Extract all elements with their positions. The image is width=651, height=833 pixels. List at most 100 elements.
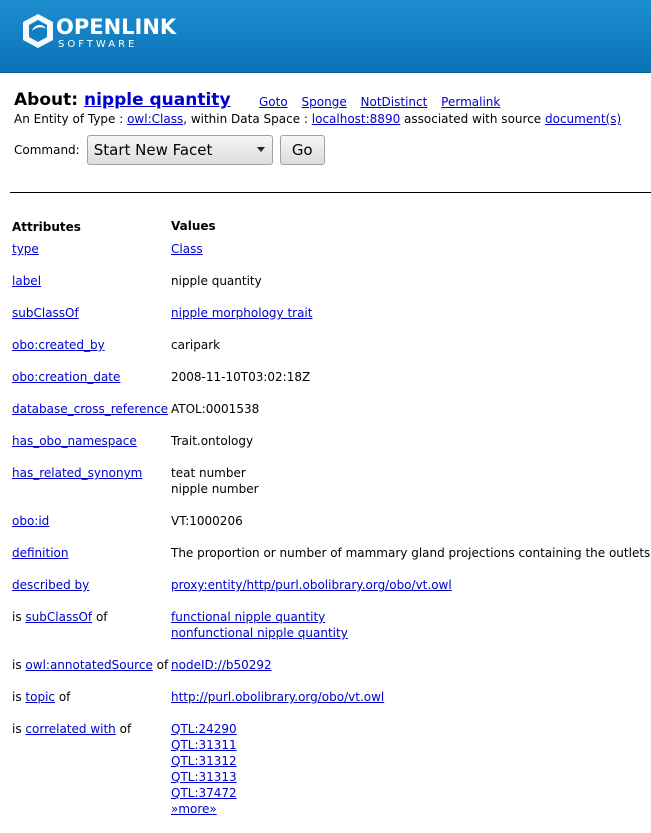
value-line: QTL:31312: [171, 753, 237, 769]
attributes-header: Attributes: [12, 220, 81, 234]
table-row: database_cross_reference ATOL:0001538: [12, 401, 651, 433]
logo-subtitle: SOFTWARE: [58, 39, 138, 50]
entity-title-link[interactable]: nipple quantity: [84, 90, 231, 110]
value-link[interactable]: QTL:37472: [171, 786, 237, 800]
attribute-link[interactable]: label: [12, 274, 41, 288]
value-line: QTL:31311: [171, 737, 237, 753]
attribute-cell: has_obo_namespace: [12, 433, 137, 449]
value-cell: proxy:entity/http/purl.obolibrary.org/ob…: [171, 577, 452, 593]
table-row: is subClassOf of functional nipple quanti…: [12, 609, 651, 657]
value-line: »more»: [171, 801, 237, 817]
entity-text-1: An Entity of Type :: [14, 112, 128, 126]
value-cell: nipple morphology trait: [171, 305, 312, 321]
attribute-link[interactable]: subClassOf: [12, 306, 79, 320]
attribute-cell: has_related_synonym: [12, 465, 142, 481]
value-text: The proportion or number of mammary glan…: [171, 546, 651, 560]
about-prefix: About:: [14, 90, 79, 110]
sponge-link[interactable]: Sponge: [302, 95, 347, 109]
attribute-link[interactable]: has_obo_namespace: [12, 434, 137, 448]
attribute-cell: type: [12, 241, 39, 257]
value-line: nodeID://b50292: [171, 657, 272, 673]
command-label: Command:: [14, 143, 80, 157]
attribute-link[interactable]: obo:created_by: [12, 338, 105, 352]
attribute-link[interactable]: database_cross_reference: [12, 402, 168, 416]
attribute-link[interactable]: type: [12, 242, 39, 256]
permalink-link[interactable]: Permalink: [441, 95, 500, 109]
attribute-link[interactable]: owl:annotatedSource: [25, 658, 152, 672]
attribute-cell: described by: [12, 577, 89, 593]
value-link[interactable]: »more»: [171, 802, 217, 816]
attribute-link[interactable]: subClassOf: [25, 610, 92, 624]
table-row: obo:id VT:1000206: [12, 513, 651, 545]
attribute-link[interactable]: definition: [12, 546, 68, 560]
value-link[interactable]: QTL:31313: [171, 770, 237, 784]
table-row: described by proxy:entity/http/purl.oboli…: [12, 577, 651, 609]
attribute-link[interactable]: described by: [12, 578, 89, 592]
value-link[interactable]: nonfunctional nipple quantity: [171, 626, 348, 640]
value-line: nipple morphology trait: [171, 305, 312, 321]
value-text: caripark: [171, 338, 221, 352]
attribute-link[interactable]: obo:creation_date: [12, 370, 120, 384]
table-header: Attributes Values: [12, 219, 651, 241]
value-line: nonfunctional nipple quantity: [171, 625, 348, 641]
attribute-cell: is subClassOf of: [12, 609, 108, 625]
source-documents-link[interactable]: document(s): [545, 112, 621, 126]
table-row: subClassOf nipple morphology trait: [12, 305, 651, 337]
attribute-cell: subClassOf: [12, 305, 79, 321]
notdistinct-link[interactable]: NotDistinct: [361, 95, 428, 109]
value-link[interactable]: http://purl.obolibrary.org/obo/vt.owl: [171, 690, 384, 704]
attribute-cell: database_cross_reference: [12, 401, 168, 417]
value-link[interactable]: QTL:24290: [171, 722, 237, 736]
value-cell: ATOL:0001538: [171, 401, 259, 417]
table-row: type Class: [12, 241, 651, 273]
value-line: QTL:37472: [171, 785, 237, 801]
chevron-down-icon: [256, 147, 265, 152]
properties-table: Attributes Values type Class label nipple q…: [12, 219, 651, 833]
attribute-cell: is correlated with of: [12, 721, 131, 737]
value-line: QTL:24290: [171, 721, 237, 737]
value-cell: http://purl.obolibrary.org/obo/vt.owl: [171, 689, 384, 705]
attribute-cell: is topic of: [12, 689, 70, 705]
value-cell: nipple quantity: [171, 273, 262, 289]
value-link[interactable]: QTL:31312: [171, 754, 237, 768]
attribute-link[interactable]: correlated with: [25, 722, 115, 736]
about-links: Goto Sponge NotDistinct Permalink: [259, 95, 510, 109]
command-select-value: Start New Facet: [93, 141, 213, 159]
value-line: proxy:entity/http/purl.obolibrary.org/ob…: [171, 577, 452, 593]
openlink-logo[interactable]: OPENLINK SOFTWARE: [18, 9, 188, 59]
goto-link[interactable]: Goto: [259, 95, 288, 109]
entity-type-link[interactable]: owl:Class: [127, 112, 183, 126]
values-header: Values: [171, 219, 216, 233]
table-row: has_related_synonym teat number nipple num…: [12, 465, 651, 513]
value-text: teat number: [171, 466, 246, 480]
value-text: 2008-11-10T03:02:18Z: [171, 370, 311, 384]
data-space-link[interactable]: localhost:8890: [312, 112, 400, 126]
value-line: Class: [171, 241, 203, 257]
value-text: nipple number: [171, 482, 259, 496]
attribute-cell: obo:creation_date: [12, 369, 120, 385]
command-select[interactable]: Start New Facet: [86, 135, 273, 165]
value-link[interactable]: nodeID://b50292: [171, 658, 272, 672]
value-link[interactable]: nipple morphology trait: [171, 306, 312, 320]
value-cell: Trait.ontology: [171, 433, 253, 449]
value-link[interactable]: proxy:entity/http/purl.obolibrary.org/ob…: [171, 578, 452, 592]
table-row: definition The proportion or number of ma…: [12, 545, 651, 577]
command-bar: Command: Start New Facet Go: [14, 135, 325, 165]
value-link[interactable]: functional nipple quantity: [171, 610, 325, 624]
table-body: type Class label nipple quantity subClassOf n…: [12, 241, 651, 833]
table-row: obo:created_by caripark: [12, 337, 651, 369]
attribute-cell: definition: [12, 545, 68, 561]
value-cell: VT:1000206: [171, 513, 243, 529]
entity-text-3: associated with source: [400, 112, 545, 126]
value-link[interactable]: Class: [171, 242, 203, 256]
value-link[interactable]: QTL:31311: [171, 738, 237, 752]
attribute-cell: obo:id: [12, 513, 49, 529]
go-button[interactable]: Go: [279, 135, 325, 165]
inverse-prefix: is: [12, 722, 26, 736]
attribute-link[interactable]: has_related_synonym: [12, 466, 142, 480]
attribute-link[interactable]: topic: [25, 690, 55, 704]
inverse-suffix: of: [115, 722, 132, 736]
attribute-link[interactable]: obo:id: [12, 514, 49, 528]
table-row: obo:creation_date 2008-11-10T03:02:18Z: [12, 369, 651, 401]
logo-wordmark: OPENLINK: [56, 15, 177, 39]
